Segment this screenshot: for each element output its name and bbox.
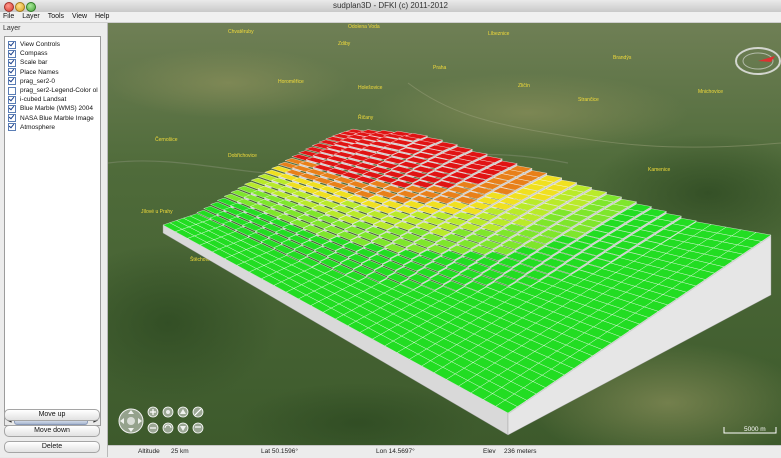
layer-row[interactable]: prag_ser2-0 <box>8 77 55 86</box>
menu-layer[interactable]: Layer <box>19 12 43 21</box>
place-name-label: Chvatěruby <box>228 29 254 35</box>
layer-label: Atmosphere <box>20 123 56 131</box>
place-name-label: Odolena Voda <box>348 24 380 30</box>
layer-label: Place Names <box>20 68 59 76</box>
layer-checkbox[interactable] <box>8 95 16 104</box>
elevation-value: 236 meters <box>504 448 537 455</box>
menu-bar: File Layer Tools View Help <box>0 12 781 23</box>
layer-label: i-cubed Landsat <box>20 96 67 104</box>
layer-panel-title: Layer <box>3 25 21 32</box>
layer-label: prag_ser2-0 <box>20 77 56 85</box>
status-bar: Altitude 25 km Lat 50.1596° Lon 14.5697°… <box>108 445 781 458</box>
menu-view[interactable]: View <box>69 12 90 21</box>
layer-checkbox[interactable] <box>8 86 16 95</box>
longitude-value: Lon 14.5697° <box>376 448 415 455</box>
layer-row[interactable]: Place Names <box>8 68 59 77</box>
place-name-label: Horoměřice <box>278 79 304 85</box>
place-name-label: Strančice <box>578 97 599 103</box>
exaggeration-down-icon[interactable] <box>192 422 204 434</box>
layer-checkbox[interactable] <box>8 49 16 58</box>
place-name-label: Dobřichovice <box>228 153 257 159</box>
move-up-button[interactable]: Move up <box>4 409 100 421</box>
place-name-label: Zličín <box>518 83 530 89</box>
layer-label: NASA Blue Marble Image <box>20 114 94 122</box>
latitude-value: Lat 50.1596° <box>261 448 298 455</box>
delete-button[interactable]: Delete <box>4 441 100 453</box>
altitude-label: Altitude <box>138 448 160 455</box>
layer-label: View Controls <box>20 41 60 48</box>
place-name-label: Holešovice <box>358 85 383 91</box>
layer-checkbox[interactable] <box>8 123 16 132</box>
zoom-out-icon[interactable] <box>147 422 159 434</box>
place-name-label: Brandýs <box>613 55 632 61</box>
layer-label: Scale bar <box>20 59 48 67</box>
layer-checkbox[interactable] <box>8 68 16 77</box>
place-name-label: Černošice <box>155 136 178 143</box>
layer-label: Blue Marble (WMS) 2004 <box>20 105 93 113</box>
menu-file[interactable]: File <box>0 12 17 21</box>
layer-row[interactable]: i-cubed Landsat <box>8 95 66 104</box>
layer-list: View Controls Compass Scale bar Place Names… <box>4 36 101 426</box>
layer-checkbox[interactable] <box>8 104 16 113</box>
layer-row[interactable]: Compass <box>8 49 47 58</box>
layer-row[interactable]: prag_ser2-Legend-Color ol <box>8 86 98 95</box>
layer-checkbox[interactable] <box>8 58 16 67</box>
menu-tools[interactable]: Tools <box>45 12 67 21</box>
scale-bar-label: 5000 m <box>744 426 766 433</box>
place-name-label: Líbeznice <box>488 31 510 37</box>
layer-row[interactable]: Atmosphere <box>8 123 55 132</box>
layer-row[interactable]: Scale bar <box>8 58 47 67</box>
layer-checkbox[interactable] <box>8 114 16 123</box>
globe-viewport[interactable]: Chvatěruby Zdiby Odolena Voda Líbeznice Bran… <box>108 23 781 445</box>
place-name-label: Jílové u Prahy <box>141 209 173 215</box>
zoom-in-icon[interactable] <box>147 406 159 418</box>
place-name-label: Praha <box>433 65 447 71</box>
pitch-up-icon[interactable] <box>177 406 189 418</box>
window-title: sudplan3D - DFKI (c) 2011-2012 <box>332 1 449 10</box>
layer-row[interactable]: NASA Blue Marble Image <box>8 114 94 123</box>
pan-control[interactable] <box>118 408 144 434</box>
layer-checkbox[interactable] <box>8 40 16 49</box>
layer-panel: Layer View Controls Compass Scale bar Place… <box>0 23 108 457</box>
move-down-button[interactable]: Move down <box>4 425 100 437</box>
place-name-label: Zdiby <box>338 41 351 47</box>
pitch-down-icon[interactable] <box>177 422 189 434</box>
layer-label: prag_ser2-Legend-Color ol <box>20 87 98 94</box>
menu-help[interactable]: Help <box>92 12 112 21</box>
heading-right-icon[interactable] <box>162 422 174 434</box>
altitude-value: 25 km <box>171 448 189 455</box>
layer-row[interactable]: Blue Marble (WMS) 2004 <box>8 104 93 113</box>
exaggeration-up-icon[interactable] <box>192 406 204 418</box>
place-name-label: Mnichovice <box>698 89 723 95</box>
heading-left-icon[interactable] <box>162 406 174 418</box>
place-name-label: Kamenice <box>648 167 670 173</box>
layer-label: Compass <box>20 50 48 58</box>
layer-row[interactable]: View Controls <box>8 40 60 49</box>
layer-checkbox[interactable] <box>8 77 16 86</box>
place-name-label: Řičany <box>358 113 374 121</box>
elevation-label: Elev <box>483 448 496 455</box>
